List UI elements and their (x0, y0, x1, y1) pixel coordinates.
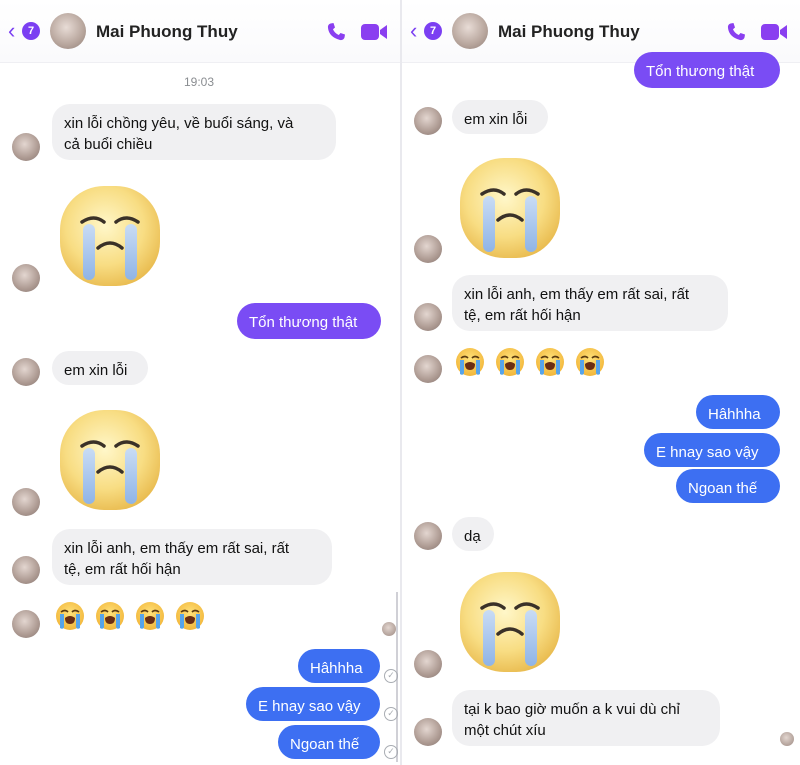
incoming-message[interactable]: xin lỗi anh, em thấy em rất sai, rất tệ,… (52, 529, 332, 585)
outgoing-message[interactable]: E hnay sao vậy (644, 433, 780, 467)
back-chevron-icon[interactable]: ‹ (8, 20, 15, 42)
sender-avatar[interactable] (414, 522, 442, 550)
sob-emoji[interactable] (574, 346, 606, 378)
sender-avatar[interactable] (414, 355, 442, 383)
read-receipt-avatar (780, 732, 794, 746)
message-text: xin lỗi chồng yêu, về buổi sáng, và (64, 115, 294, 132)
incoming-message[interactable]: xin lỗi chồng yêu, về buổi sáng, và cả b… (52, 104, 336, 160)
sob-emoji[interactable] (54, 600, 86, 632)
message-text: xin lỗi anh, em thấy em rất sai, rất (64, 540, 290, 557)
incoming-message[interactable]: xin lỗi anh, em thấy em rất sai, rất tệ,… (452, 275, 728, 331)
crying-face-sticker[interactable] (56, 406, 164, 514)
sender-avatar[interactable] (414, 718, 442, 746)
back-chevron-icon[interactable]: ‹ (410, 20, 417, 42)
message-text: tại k bao giờ muốn a k vui dù chỉ (464, 701, 680, 718)
message-text: tệ, em rất hối hận (64, 561, 181, 578)
outgoing-message[interactable]: Ngoan thế (676, 469, 780, 503)
crying-face-sticker[interactable] (456, 154, 564, 262)
unread-count-badge[interactable]: 7 (424, 22, 442, 40)
contact-name[interactable]: Mai Phuong Thuy (96, 22, 238, 42)
sender-avatar[interactable] (414, 107, 442, 135)
crying-face-sticker[interactable] (56, 182, 164, 290)
sob-emoji[interactable] (94, 600, 126, 632)
sender-avatar[interactable] (414, 650, 442, 678)
left-chat-panel: ‹ 7 Mai Phuong Thuy 19:03 xin lỗi chồng … (0, 0, 400, 765)
outgoing-message[interactable]: Hâhhha (298, 649, 380, 683)
phone-icon[interactable] (724, 20, 748, 44)
outgoing-message[interactable]: E hnay sao vậy (246, 687, 380, 721)
sender-avatar[interactable] (12, 264, 40, 292)
video-call-icon[interactable] (760, 22, 788, 42)
sender-avatar[interactable] (12, 358, 40, 386)
right-chat-panel: ‹ 7 Mai Phuong Thuy Tổn thương thật em x… (402, 0, 800, 765)
read-receipt-avatar (382, 622, 396, 636)
crying-face-sticker[interactable] (456, 568, 564, 676)
contact-name[interactable]: Mai Phuong Thuy (498, 22, 640, 42)
sob-emoji[interactable] (174, 600, 206, 632)
sob-emoji[interactable] (534, 346, 566, 378)
outgoing-message[interactable]: Ngoan thế (278, 725, 380, 759)
incoming-message[interactable]: em xin lỗi (52, 351, 148, 385)
delivered-check-icon: ✓ (384, 707, 398, 721)
outgoing-message[interactable]: Hâhhha (696, 395, 780, 429)
message-text: cả buổi chiều (64, 136, 153, 153)
outgoing-message[interactable]: Tổn thương thật (634, 52, 780, 88)
sender-avatar[interactable] (12, 556, 40, 584)
chat-header: ‹ 7 Mai Phuong Thuy (0, 0, 400, 63)
message-text: tệ, em rất hối hận (464, 307, 581, 324)
incoming-message[interactable]: em xin lỗi (452, 100, 548, 134)
message-text: xin lỗi anh, em thấy em rất sai, rất (464, 286, 690, 303)
sender-avatar[interactable] (12, 610, 40, 638)
sob-emoji[interactable] (134, 600, 166, 632)
sender-avatar[interactable] (414, 303, 442, 331)
unread-count-badge[interactable]: 7 (22, 22, 40, 40)
phone-icon[interactable] (324, 20, 348, 44)
sob-emoji[interactable] (454, 346, 486, 378)
video-call-icon[interactable] (360, 22, 388, 42)
sender-avatar[interactable] (12, 488, 40, 516)
sender-avatar[interactable] (12, 133, 40, 161)
outgoing-message[interactable]: Tổn thương thật (237, 303, 381, 339)
sender-avatar[interactable] (414, 235, 442, 263)
message-text: một chút xíu (464, 722, 546, 739)
delivered-check-icon: ✓ (384, 669, 398, 683)
timestamp: 19:03 (184, 75, 215, 89)
incoming-message[interactable]: tại k bao giờ muốn a k vui dù chỉ một ch… (452, 690, 720, 746)
delivered-check-icon: ✓ (384, 745, 398, 759)
contact-avatar[interactable] (452, 13, 488, 49)
incoming-message[interactable]: dạ (452, 517, 494, 551)
contact-avatar[interactable] (50, 13, 86, 49)
sob-emoji[interactable] (494, 346, 526, 378)
